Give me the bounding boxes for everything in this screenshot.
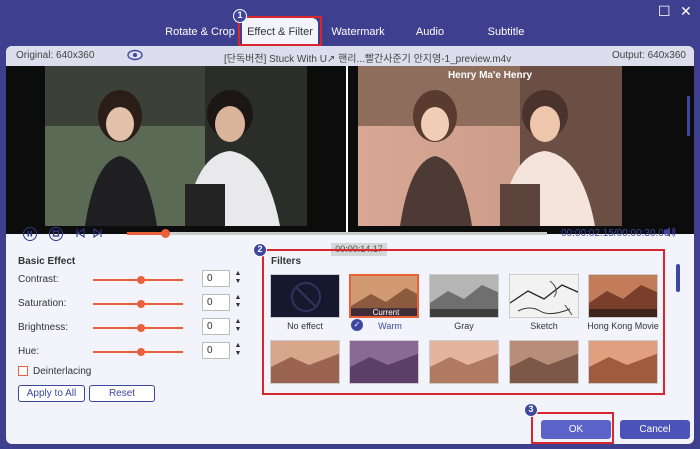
playback-time: 00:00:02.15/00:00:30.00 [561, 228, 670, 239]
step-badge-1: 1 [233, 9, 247, 23]
watermark-text: Henry Ma'e Henry [447, 70, 533, 81]
contrast-value[interactable]: 0 [202, 270, 230, 287]
output-resolution: Output: 640x360 [612, 50, 686, 61]
timeline-slider[interactable] [127, 229, 547, 238]
tab-audio[interactable]: Audio [410, 18, 450, 46]
hue-value[interactable]: 0 [202, 342, 230, 359]
saturation-stepper[interactable]: ▲ ▼ [232, 294, 244, 311]
tab-bar: Rotate & Crop Effect & Filter Watermark … [0, 18, 700, 46]
output-frame: Henry Ma'e Henry [358, 66, 622, 226]
previous-frame-icon[interactable] [74, 227, 86, 242]
volume-icon[interactable] [663, 226, 677, 241]
contrast-handle[interactable] [137, 276, 145, 284]
original-resolution: Original: 640x360 [16, 50, 95, 61]
highlight-box-filters [262, 249, 665, 395]
main-panel: Original: 640x360 [단독버전] Stuck With U↗ 핸… [6, 46, 694, 444]
step-badge-3: 3 [524, 403, 538, 417]
output-preview: Henry Ma'e Henry [348, 66, 694, 234]
tab-watermark[interactable]: Watermark [330, 18, 386, 46]
output-scrollbar[interactable] [687, 96, 690, 136]
timeline-handle[interactable] [160, 229, 170, 238]
saturation-slider[interactable] [93, 300, 183, 308]
basic-effect-title: Basic Effect [18, 256, 76, 267]
brightness-handle[interactable] [137, 324, 145, 332]
brightness-label: Brightness: [18, 322, 69, 333]
highlight-box-ok [531, 412, 614, 444]
saturation-value[interactable]: 0 [202, 294, 230, 311]
pause-button[interactable] [23, 227, 37, 241]
step-badge-2: 2 [253, 243, 267, 257]
deinterlacing-checkbox[interactable] [18, 366, 28, 376]
tab-subtitle[interactable]: Subtitle [484, 18, 528, 46]
original-preview [6, 66, 348, 234]
apply-to-all-button[interactable]: Apply to All [18, 385, 85, 402]
filters-scrollbar[interactable] [676, 264, 680, 292]
hue-label: Hue: [18, 346, 40, 357]
timeline-progress [127, 232, 165, 235]
contrast-stepper[interactable]: ▲ ▼ [232, 270, 244, 287]
saturation-label: Saturation: [18, 298, 67, 309]
contrast-label: Contrast: [18, 274, 59, 285]
brightness-slider[interactable] [93, 324, 183, 332]
brightness-stepper[interactable]: ▲ ▼ [232, 318, 244, 335]
brightness-value[interactable]: 0 [202, 318, 230, 335]
next-frame-icon[interactable] [92, 227, 104, 242]
reset-button[interactable]: Reset [89, 385, 155, 402]
highlight-box-tab [238, 16, 322, 46]
info-bar: Original: 640x360 [단독버전] Stuck With U↗ 핸… [6, 46, 694, 66]
stop-button[interactable] [49, 227, 63, 241]
app-window: ☐ ✕ Rotate & Crop Effect & Filter Waterm… [0, 0, 700, 449]
tab-rotate-crop[interactable]: Rotate & Crop [165, 18, 235, 46]
saturation-handle[interactable] [137, 300, 145, 308]
hue-handle[interactable] [137, 348, 145, 356]
close-icon[interactable]: ✕ [680, 4, 692, 18]
contrast-slider[interactable] [93, 276, 183, 284]
hue-slider[interactable] [93, 348, 183, 356]
file-name: [단독버전] Stuck With U↗ 핸리...빨간사준기 안지영-1_pr… [224, 54, 512, 65]
deinterlacing-label: Deinterlacing [33, 366, 92, 377]
eye-icon[interactable] [127, 49, 143, 64]
hue-stepper[interactable]: ▲ ▼ [232, 342, 244, 359]
original-frame [45, 66, 307, 226]
maximize-icon[interactable]: ☐ [658, 4, 671, 18]
cancel-button[interactable]: Cancel [620, 420, 690, 439]
